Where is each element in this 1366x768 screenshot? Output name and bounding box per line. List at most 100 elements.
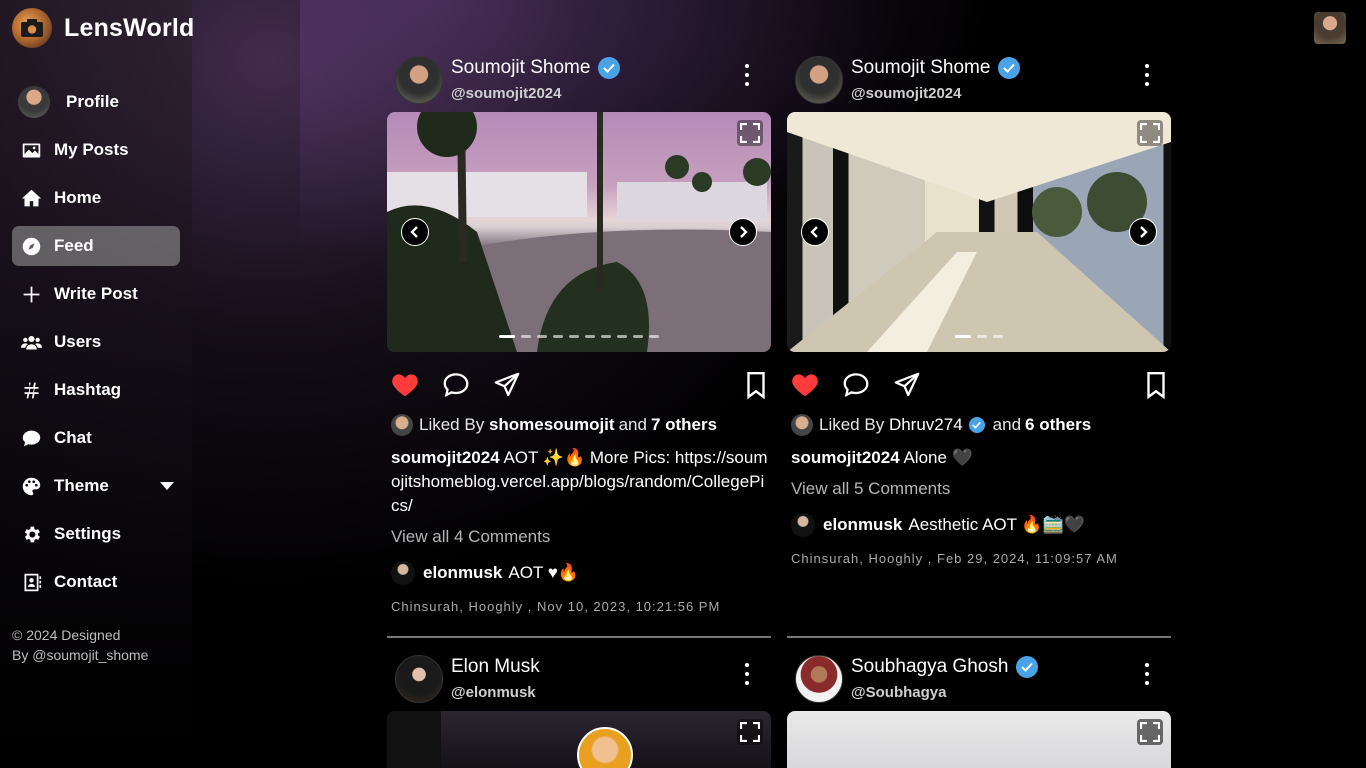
sidebar-item-label: Settings [54,524,122,543]
sidebar-item-hashtag[interactable]: Hashtag [12,370,180,410]
post-image-carousel[interactable] [787,711,1171,768]
view-all-comments-link[interactable]: View all 4 Comments [387,527,771,547]
carousel-prev-button[interactable] [401,218,429,246]
avatar [577,727,633,768]
liked-by-label: Liked By [419,415,485,434]
comment-user[interactable]: elonmusk [423,563,502,583]
post-author-name[interactable]: Soumojit Shome [851,57,1021,79]
more-options-icon[interactable] [743,64,751,86]
comment-text: Aesthetic AOT 🔥🚞🖤 [908,515,1085,534]
bookmark-icon[interactable] [1141,370,1171,400]
fullscreen-icon[interactable] [1137,719,1163,745]
carousel-next-button[interactable] [729,218,757,246]
comment-text: AOT ♥🔥 [508,563,579,582]
post-image-carousel[interactable] [787,112,1171,352]
more-options-icon[interactable] [1143,663,1151,685]
avatar [391,414,413,436]
comment-user[interactable]: elonmusk [823,515,902,535]
caption-user[interactable]: soumojit2024 [391,448,500,467]
avatar[interactable] [395,655,443,703]
post-header: Elon Musk @elonmusk [387,655,771,709]
avatar[interactable] [795,56,843,104]
liked-by-user[interactable]: Dhruv274 [889,415,963,435]
post-author-handle[interactable]: @soumojit2024 [851,85,962,102]
author-name-text: Elon Musk [451,656,540,677]
verified-badge-icon [598,57,621,79]
sidebar-item-label: Users [54,332,102,351]
avatar[interactable] [391,561,415,585]
more-options-icon[interactable] [1143,64,1151,86]
sidebar-item-users[interactable]: Users [12,322,180,362]
sidebar-item-label: Profile [66,92,119,111]
comment-preview: elonmusk AOT ♥🔥 [387,561,771,585]
avatar [791,414,813,436]
post-author-name[interactable]: Soumojit Shome [451,57,621,79]
copyright: © 2024 Designed By @soumojit_shome [12,625,148,665]
sidebar-item-feed[interactable]: Feed [12,226,180,266]
fullscreen-icon[interactable] [737,719,763,745]
post-author-handle[interactable]: @elonmusk [451,684,536,701]
post-location-time: Chinsurah, Hooghly , Feb 29, 2024, 11:09… [791,551,1118,566]
view-all-comments-link[interactable]: View all 5 Comments [787,479,1171,499]
bookmark-icon[interactable] [741,370,771,400]
post-card: Soumojit Shome @soumojit2024 Liked By Dh… [787,56,1171,566]
sidebar-item-profile[interactable]: Profile [12,82,180,122]
post-actions [387,366,771,406]
liked-others-count[interactable]: 6 others [1025,415,1091,435]
post-author-name[interactable]: Soubhagya Ghosh [851,656,1039,678]
image-thumbnail-panel [387,711,441,768]
sidebar-item-my-posts[interactable]: My Posts [12,130,180,170]
sidebar-item-chat[interactable]: Chat [12,418,180,458]
carousel-prev-button[interactable] [801,218,829,246]
verified-badge-icon [998,57,1021,79]
avatar[interactable] [791,513,815,537]
avatar[interactable] [795,655,843,703]
author-name-text: Soubhagya Ghosh [851,656,1009,677]
post-image-carousel[interactable] [387,112,771,352]
comment-icon[interactable] [841,370,871,400]
gear-icon [20,523,42,545]
sidebar-item-label: Contact [54,572,118,591]
avatar[interactable] [395,56,443,104]
post-header: Soumojit Shome @soumojit2024 [387,56,771,110]
carousel-indicators[interactable] [787,335,1171,338]
post-author-handle[interactable]: @soumojit2024 [451,85,562,102]
fullscreen-icon[interactable] [1137,120,1163,146]
sidebar-item-settings[interactable]: Settings [12,514,180,554]
post-author-name[interactable]: Elon Musk [451,656,540,678]
share-icon[interactable] [892,370,922,400]
comment-icon[interactable] [441,370,471,400]
contact-card-icon [20,571,42,593]
camera-logo-icon [12,8,52,48]
account-avatar[interactable] [1314,12,1346,44]
sidebar-item-label: Home [54,188,102,207]
post-actions [787,366,1171,406]
carousel-indicators[interactable] [387,335,771,338]
post-image-carousel[interactable] [387,711,771,768]
post-author-handle[interactable]: @Soubhagya [851,684,946,701]
more-options-icon[interactable] [743,663,751,685]
fullscreen-icon[interactable] [737,120,763,146]
post-card: Soubhagya Ghosh @Soubhagya [787,655,1171,768]
sidebar-item-contact[interactable]: Contact [12,562,180,602]
chevron-down-icon[interactable] [160,482,174,490]
liked-others-count[interactable]: 7 others [651,415,717,435]
sidebar-item-label: Write Post [54,284,138,303]
liked-by-user[interactable]: shomesoumojit [489,415,615,435]
sidebar-item-theme[interactable]: Theme [12,466,180,506]
brand[interactable]: LensWorld [12,8,195,48]
sidebar-item-home[interactable]: Home [12,178,180,218]
caption-user[interactable]: soumojit2024 [791,448,900,467]
palette-icon [20,475,42,497]
app-name: LensWorld [64,13,195,42]
sidebar-item-label: Feed [54,236,94,255]
like-heart-icon[interactable] [390,370,420,400]
sidebar-item-write-post[interactable]: Write Post [12,274,180,314]
plus-icon [20,283,42,305]
carousel-next-button[interactable] [1129,218,1157,246]
like-heart-icon[interactable] [790,370,820,400]
post-location-time: Chinsurah, Hooghly , Nov 10, 2023, 10:21… [391,599,721,614]
share-icon[interactable] [492,370,522,400]
post-header: Soubhagya Ghosh @Soubhagya [787,655,1171,709]
chat-icon [20,427,42,449]
